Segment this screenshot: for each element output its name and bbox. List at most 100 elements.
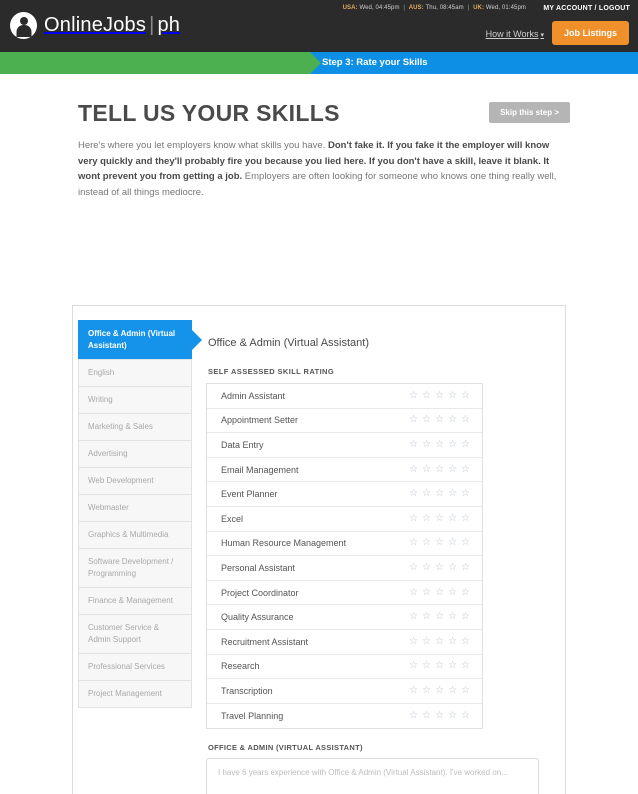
star-icon[interactable]: ☆ — [448, 538, 457, 548]
star-icon[interactable]: ☆ — [461, 538, 470, 548]
star-icon[interactable]: ☆ — [461, 562, 470, 573]
star-icon[interactable]: ☆ — [409, 513, 418, 524]
star-icon[interactable]: ☆ — [422, 513, 431, 524]
star-icon[interactable]: ☆ — [461, 685, 470, 696]
star-icon[interactable]: ☆ — [461, 464, 470, 475]
star-icon[interactable]: ☆ — [409, 390, 418, 401]
star-icon[interactable]: ☆ — [448, 636, 457, 647]
sidebar-item-category-4[interactable]: Advertising — [78, 440, 192, 467]
star-rating-control[interactable]: ☆ ☆ ☆ ☆ ☆ — [409, 711, 470, 721]
sidebar-item-category-2[interactable]: Writing — [78, 386, 192, 413]
star-icon[interactable]: ☆ — [409, 538, 418, 548]
star-rating-control[interactable]: ☆ ☆ ☆ ☆ ☆ — [409, 661, 470, 671]
how-it-works-menu[interactable]: How it Works ▾ — [486, 29, 544, 39]
star-rating-control[interactable]: ☆ ☆ ☆ ☆ ☆ — [409, 612, 470, 622]
star-rating-control[interactable]: ☆ ☆ ☆ ☆ ☆ — [409, 390, 470, 401]
star-icon[interactable]: ☆ — [448, 513, 457, 524]
sidebar-item-category-0[interactable]: Office & Admin (Virtual Assistant) — [78, 320, 192, 359]
star-icon[interactable]: ☆ — [461, 587, 470, 598]
star-rating-control[interactable]: ☆ ☆ ☆ ☆ ☆ — [409, 538, 470, 548]
star-rating-control[interactable]: ☆ ☆ ☆ ☆ ☆ — [409, 464, 470, 475]
star-icon[interactable]: ☆ — [435, 489, 444, 499]
star-icon[interactable]: ☆ — [409, 439, 418, 450]
star-icon[interactable]: ☆ — [409, 415, 418, 425]
star-icon[interactable]: ☆ — [435, 587, 444, 598]
star-icon[interactable]: ☆ — [422, 390, 431, 401]
star-rating-control[interactable]: ☆ ☆ ☆ ☆ ☆ — [409, 562, 470, 573]
star-icon[interactable]: ☆ — [435, 415, 444, 425]
star-icon[interactable]: ☆ — [409, 612, 418, 622]
star-rating-control[interactable]: ☆ ☆ ☆ ☆ ☆ — [409, 415, 470, 425]
star-icon[interactable]: ☆ — [435, 390, 444, 401]
sidebar-item-category-6[interactable]: Webmaster — [78, 494, 192, 521]
star-icon[interactable]: ☆ — [435, 636, 444, 647]
star-icon[interactable]: ☆ — [422, 685, 431, 696]
star-icon[interactable]: ☆ — [435, 711, 444, 721]
star-icon[interactable]: ☆ — [448, 562, 457, 573]
star-icon[interactable]: ☆ — [448, 390, 457, 401]
star-icon[interactable]: ☆ — [461, 636, 470, 647]
star-icon[interactable]: ☆ — [435, 538, 444, 548]
star-rating-control[interactable]: ☆ ☆ ☆ ☆ ☆ — [409, 489, 470, 499]
star-icon[interactable]: ☆ — [422, 439, 431, 450]
star-rating-control[interactable]: ☆ ☆ ☆ ☆ ☆ — [409, 513, 470, 524]
star-icon[interactable]: ☆ — [409, 661, 418, 671]
star-icon[interactable]: ☆ — [435, 661, 444, 671]
star-icon[interactable]: ☆ — [461, 489, 470, 499]
star-icon[interactable]: ☆ — [422, 612, 431, 622]
star-icon[interactable]: ☆ — [448, 711, 457, 721]
star-icon[interactable]: ☆ — [461, 661, 470, 671]
job-listings-button[interactable]: Job Listings — [551, 21, 629, 45]
star-icon[interactable]: ☆ — [422, 464, 431, 475]
star-icon[interactable]: ☆ — [435, 513, 444, 524]
star-icon[interactable]: ☆ — [461, 612, 470, 622]
star-icon[interactable]: ☆ — [435, 562, 444, 573]
star-icon[interactable]: ☆ — [461, 390, 470, 401]
star-icon[interactable]: ☆ — [409, 562, 418, 573]
star-icon[interactable]: ☆ — [422, 587, 431, 598]
star-icon[interactable]: ☆ — [435, 464, 444, 475]
star-icon[interactable]: ☆ — [448, 464, 457, 475]
star-icon[interactable]: ☆ — [422, 636, 431, 647]
star-icon[interactable]: ☆ — [422, 489, 431, 499]
star-icon[interactable]: ☆ — [448, 661, 457, 671]
star-icon[interactable]: ☆ — [435, 685, 444, 696]
my-account-logout-link[interactable]: MY ACCOUNT / LOGOUT — [543, 5, 630, 12]
star-icon[interactable]: ☆ — [435, 439, 444, 450]
star-icon[interactable]: ☆ — [461, 711, 470, 721]
star-icon[interactable]: ☆ — [448, 587, 457, 598]
sidebar-item-category-10[interactable]: Customer Service & Admin Support — [78, 614, 192, 653]
star-icon[interactable]: ☆ — [448, 415, 457, 425]
star-icon[interactable]: ☆ — [448, 489, 457, 499]
sidebar-item-category-8[interactable]: Software Development / Programming — [78, 548, 192, 587]
star-rating-control[interactable]: ☆ ☆ ☆ ☆ ☆ — [409, 685, 470, 696]
star-icon[interactable]: ☆ — [409, 587, 418, 598]
star-icon[interactable]: ☆ — [435, 612, 444, 622]
star-icon[interactable]: ☆ — [409, 636, 418, 647]
star-icon[interactable]: ☆ — [448, 612, 457, 622]
star-icon[interactable]: ☆ — [461, 415, 470, 425]
star-icon[interactable]: ☆ — [448, 439, 457, 450]
site-logo[interactable]: OnlineJobs | ph — [10, 12, 180, 39]
star-rating-control[interactable]: ☆ ☆ ☆ ☆ ☆ — [409, 439, 470, 450]
sidebar-item-category-7[interactable]: Graphics & Multimedia — [78, 521, 192, 548]
star-icon[interactable]: ☆ — [409, 711, 418, 721]
sidebar-item-category-9[interactable]: Finance & Management — [78, 587, 192, 614]
sidebar-item-category-11[interactable]: Professional Services — [78, 653, 192, 680]
star-icon[interactable]: ☆ — [422, 661, 431, 671]
star-icon[interactable]: ☆ — [422, 538, 431, 548]
star-icon[interactable]: ☆ — [461, 439, 470, 450]
description-textarea[interactable] — [206, 758, 539, 794]
star-icon[interactable]: ☆ — [409, 685, 418, 696]
sidebar-item-category-12[interactable]: Project Management — [78, 680, 192, 708]
star-icon[interactable]: ☆ — [422, 711, 431, 721]
sidebar-item-category-1[interactable]: English — [78, 359, 192, 386]
star-icon[interactable]: ☆ — [422, 415, 431, 425]
sidebar-item-category-3[interactable]: Marketing & Sales — [78, 413, 192, 440]
star-rating-control[interactable]: ☆ ☆ ☆ ☆ ☆ — [409, 636, 470, 647]
star-icon[interactable]: ☆ — [448, 685, 457, 696]
star-rating-control[interactable]: ☆ ☆ ☆ ☆ ☆ — [409, 587, 470, 598]
skip-this-step-button[interactable]: Skip this step > — [489, 102, 570, 123]
star-icon[interactable]: ☆ — [409, 489, 418, 499]
sidebar-item-category-5[interactable]: Web Development — [78, 467, 192, 494]
